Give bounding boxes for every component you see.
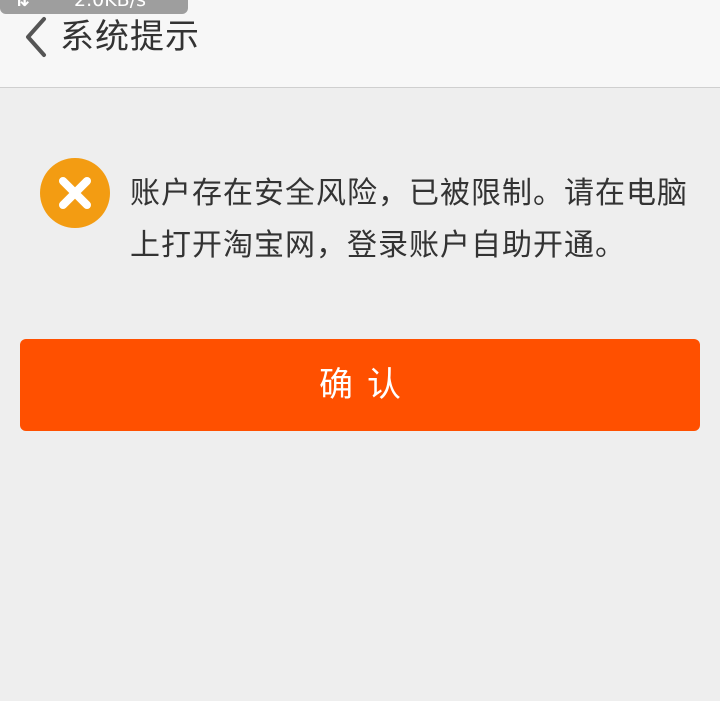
chevron-left-icon xyxy=(26,17,46,57)
confirm-button[interactable]: 确认 xyxy=(20,339,700,431)
page: ⇅ 2.0KB/s 系统提示 账户存在安全风险，已被限制。请在电脑上打开淘宝网，登… xyxy=(0,0,720,701)
error-x-circle-icon xyxy=(40,158,110,228)
page-title: 系统提示 xyxy=(60,17,200,57)
navigation-bar: ⇅ 2.0KB/s 系统提示 xyxy=(0,0,720,88)
alert-message-text: 账户存在安全风险，已被限制。请在电脑上打开淘宝网，登录账户自助开通。 xyxy=(130,176,688,263)
back-button[interactable] xyxy=(22,12,48,62)
